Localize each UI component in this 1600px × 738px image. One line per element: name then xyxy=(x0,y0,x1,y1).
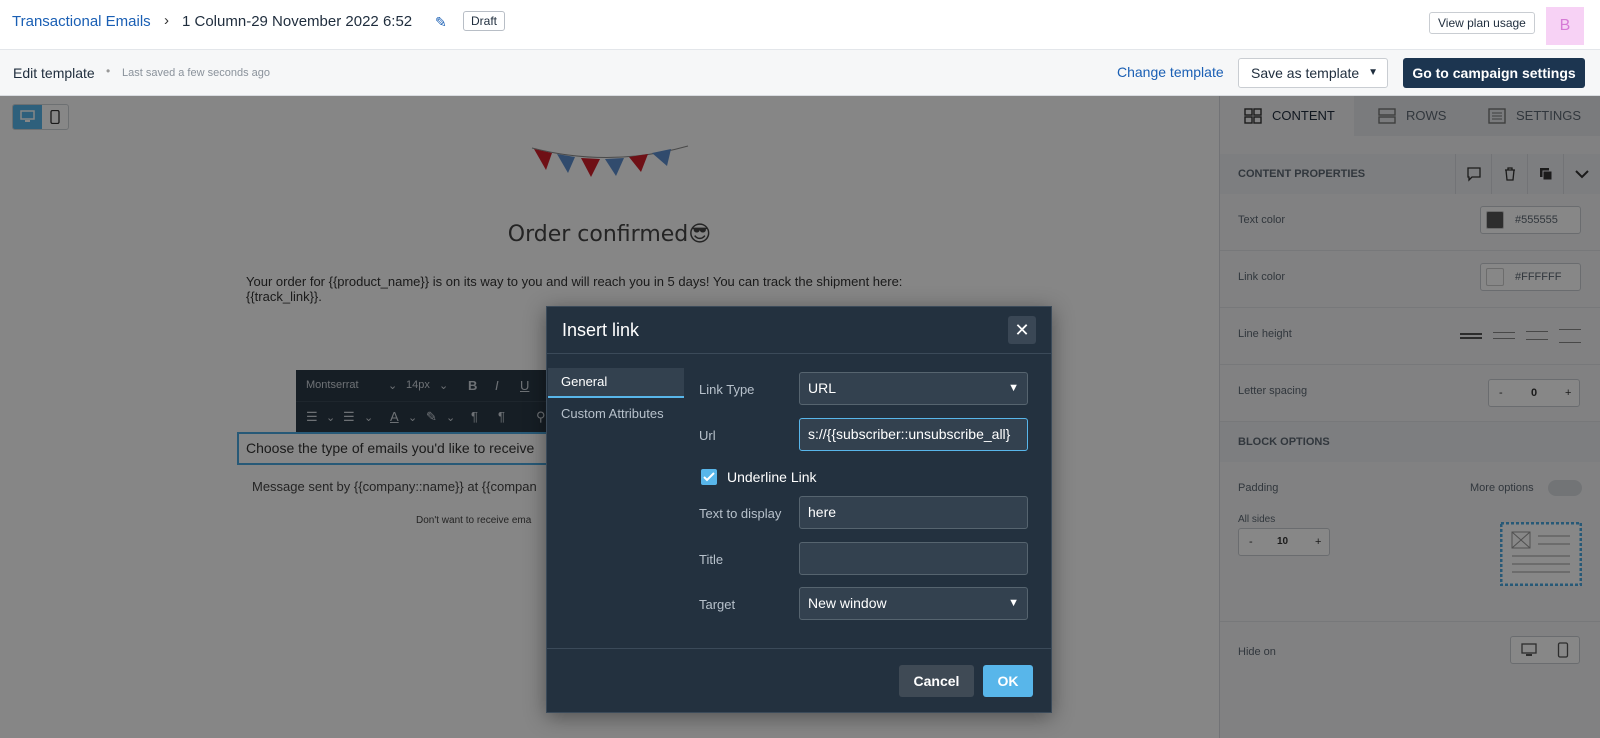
view-plan-usage-button[interactable]: View plan usage xyxy=(1429,12,1535,34)
insert-link-dialog: Insert link ✕ General Custom Attributes … xyxy=(546,306,1052,713)
title-label: Title xyxy=(699,552,724,567)
saved-status: Last saved a few seconds ago xyxy=(122,67,270,79)
target-label: Target xyxy=(699,597,736,612)
avatar[interactable]: B xyxy=(1546,7,1584,45)
ok-button[interactable]: OK xyxy=(983,665,1033,697)
tab-custom-attributes[interactable]: Custom Attributes xyxy=(561,406,664,421)
title-input[interactable] xyxy=(799,542,1028,575)
dialog-header: Insert link ✕ xyxy=(547,307,1051,354)
chevron-down-icon: ▼ xyxy=(1008,382,1019,394)
top-bar: Transactional Emails › 1 Column-29 Novem… xyxy=(0,0,1600,50)
url-input[interactable]: s://{{subscriber::unsubscribe_all} xyxy=(799,418,1028,451)
breadcrumb-separator: › xyxy=(164,12,169,29)
checkmark-icon xyxy=(703,472,715,482)
campaign-title: 1 Column-29 November 2022 6:52 xyxy=(182,13,413,30)
underline-label: Underline Link xyxy=(727,469,817,485)
cancel-button[interactable]: Cancel xyxy=(899,665,974,697)
target-select[interactable]: New window ▼ xyxy=(799,587,1028,620)
link-type-select[interactable]: URL ▼ xyxy=(799,372,1028,405)
status-badge: Draft xyxy=(463,11,506,31)
url-label: Url xyxy=(699,428,716,443)
dialog-title: Insert link xyxy=(562,320,640,340)
target-value: New window xyxy=(808,595,887,611)
edit-template-label: Edit template xyxy=(13,65,95,81)
close-icon[interactable]: ✕ xyxy=(1008,316,1036,344)
breadcrumb-transactional-emails[interactable]: Transactional Emails xyxy=(12,13,151,30)
text-to-display-input[interactable]: here xyxy=(799,496,1028,529)
text-to-display-label: Text to display xyxy=(699,506,782,521)
campaign-settings-button[interactable]: Go to campaign settings xyxy=(1403,58,1585,88)
chevron-down-icon: ▼ xyxy=(1008,597,1019,609)
save-as-template-button[interactable]: Save as template ▼ xyxy=(1238,58,1388,88)
dialog-footer-divider xyxy=(547,648,1051,649)
tab-general[interactable]: General xyxy=(548,368,684,398)
save-as-template-label: Save as template xyxy=(1251,65,1360,81)
chevron-down-icon: ▼ xyxy=(1368,67,1378,78)
link-type-label: Link Type xyxy=(699,382,755,397)
edit-title-pencil-icon[interactable]: ✎ xyxy=(435,14,447,31)
separator-dot: • xyxy=(106,64,111,78)
link-type-value: URL xyxy=(808,380,837,396)
underline-checkbox[interactable] xyxy=(701,469,717,485)
editor-toolbar: Edit template • Last saved a few seconds… xyxy=(0,50,1600,96)
change-template-link[interactable]: Change template xyxy=(1117,64,1224,80)
